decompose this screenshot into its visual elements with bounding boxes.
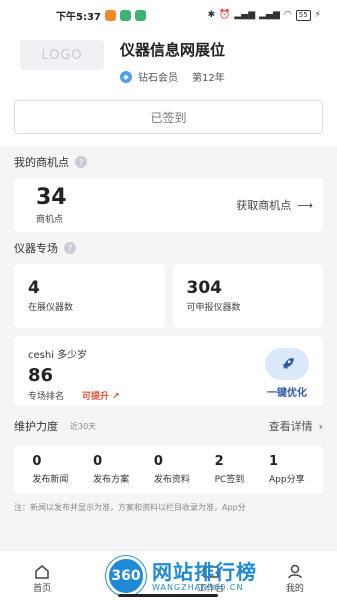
stat-news: 0 发布新闻	[32, 454, 68, 494]
tab-profile[interactable]: 我的	[270, 563, 320, 594]
stat-pc-signin: 2 PC签到	[215, 454, 245, 494]
business-card: 34 商机点 获取商机点 ⟶	[14, 178, 323, 232]
member-years: 第12年	[192, 73, 225, 84]
diamond-member-icon: ◆	[120, 70, 132, 83]
signal-icon: ▂▄▆	[234, 10, 256, 20]
view-details-link[interactable]: 查看详情 ›	[269, 418, 323, 434]
workbench-icon	[202, 563, 220, 579]
ranking-value: 86	[28, 365, 54, 386]
maintenance-note: 注：新闻以发布并显示为准，方案和资料以栏目收录为准，App分	[14, 503, 246, 512]
tab-label: 工作台	[197, 584, 225, 594]
rocket-icon	[265, 348, 309, 380]
tab-label: 首页	[33, 584, 52, 594]
stat-materials: 0 发布资料	[154, 454, 190, 494]
notification-app-icon	[104, 9, 116, 21]
business-count-block: 34 商机点	[36, 184, 67, 225]
on-display-card[interactable]: 4 在展仪器数	[14, 264, 165, 328]
optimize-label: 一键优化	[267, 388, 307, 399]
stat-value: 1	[269, 454, 279, 469]
member-meta: ◆ 钻石会员 第12年	[120, 69, 225, 84]
ranking-label: 专场排名	[28, 392, 65, 402]
status-right: ✱ ⏰ ▂▄▆ ▂▄▆ ◠ 55 ⚡	[207, 9, 321, 21]
stat-value: 0	[153, 454, 163, 469]
maintenance-stats: 0 发布新闻 0 发布方案 0 发布资料 2 PC签到 1 App分享	[14, 446, 323, 494]
stat-label: PC签到	[214, 475, 245, 485]
help-icon[interactable]: ?	[64, 242, 76, 254]
profile-info: 仪器信息网展位 ◆ 钻石会员 第12年	[120, 40, 225, 84]
ranking-info: ceshi 多少岁 86 专场排名 可提升 ↗	[28, 346, 120, 406]
applicable-count: 304	[186, 278, 223, 298]
home-indicator[interactable]	[118, 594, 218, 597]
wifi-icon: ◠	[283, 10, 292, 20]
help-icon[interactable]: ?	[75, 156, 87, 168]
stat-solutions: 0 发布方案	[93, 454, 129, 494]
signin-button[interactable]: 已签到	[14, 100, 323, 134]
instrument-section-title: 仪器专场	[14, 242, 58, 255]
on-display-count: 4	[28, 278, 40, 298]
stat-label: 发布新闻	[32, 475, 69, 485]
ranking-name: ceshi 多少岁	[28, 350, 88, 361]
stat-value: 0	[93, 454, 103, 469]
improvable-badge[interactable]: 可提升 ↗	[82, 389, 120, 402]
tab-label: 我的	[285, 584, 304, 594]
business-section-title: 我的商机点	[14, 156, 69, 169]
improvable-label: 可提升	[82, 392, 110, 402]
tab-home[interactable]: 首页	[17, 563, 67, 594]
stat-app-share: 1 App分享	[269, 454, 305, 494]
status-bar: 下午5:37 ✱ ⏰ ▂▄▆ ▂▄▆ ◠ 55 ⚡	[0, 0, 337, 30]
business-count-label: 商机点	[36, 214, 64, 225]
applicable-card[interactable]: 304 可申报仪器数	[172, 264, 323, 328]
ranking-card: ceshi 多少岁 86 专场排名 可提升 ↗ 一键优化	[14, 336, 323, 406]
bluetooth-icon: ✱	[207, 10, 216, 20]
stat-label: App分享	[269, 475, 305, 485]
chevron-right-icon: ›	[318, 419, 323, 433]
stat-label: 发布方案	[93, 475, 130, 485]
instrument-stats: 4 在展仪器数 304 可申报仪器数	[14, 264, 323, 328]
profile-icon	[286, 563, 304, 579]
stat-label: 发布资料	[153, 475, 190, 485]
stat-value: 0	[32, 454, 42, 469]
stat-value: 2	[214, 454, 224, 469]
maintenance-title-group: 维护力度 近30天	[14, 418, 96, 434]
maintenance-period: 近30天	[70, 421, 97, 431]
bottom-tab-bar: 首页 消息 工作台 我的	[0, 550, 337, 600]
maintenance-header: 维护力度 近30天 查看详情 ›	[0, 406, 337, 446]
battery-icon: 55	[295, 9, 311, 21]
tab-workbench[interactable]: 工作台	[186, 563, 236, 594]
business-section-header: 我的商机点 ?	[0, 146, 337, 178]
status-time: 下午5:37	[56, 11, 101, 23]
alarm-icon: ⏰	[219, 10, 231, 20]
applicable-label: 可申报仪器数	[186, 303, 241, 313]
status-left: 下午5:37	[56, 8, 146, 23]
charging-icon: ⚡	[314, 10, 321, 20]
get-business-points-link[interactable]: 获取商机点 ⟶	[236, 197, 313, 213]
view-details-label: 查看详情	[268, 420, 313, 433]
maintenance-title: 维护力度	[14, 420, 58, 433]
home-icon	[33, 563, 51, 579]
ranking-row: 专场排名 可提升 ↗	[28, 389, 120, 402]
notification-app-icon	[134, 9, 146, 21]
signal-icon: ▂▄▆	[259, 10, 280, 20]
member-level: 钻石会员	[138, 73, 178, 84]
arrow-right-icon: ⟶	[297, 198, 313, 212]
message-icon	[117, 563, 135, 579]
company-logo: LOGO	[20, 40, 104, 70]
instrument-section-header: 仪器专场 ?	[0, 232, 337, 264]
one-click-optimize-button[interactable]: 一键优化	[265, 348, 309, 406]
profile-header: LOGO 仪器信息网展位 ◆ 钻石会员 第12年	[0, 30, 337, 92]
tab-label: 消息	[117, 584, 136, 594]
trend-up-icon: ↗	[112, 392, 120, 402]
business-count: 34	[36, 184, 67, 210]
notification-app-icon	[119, 9, 131, 21]
tab-messages[interactable]: 消息	[101, 563, 151, 594]
page-title: 仪器信息网展位	[120, 41, 226, 59]
on-display-label: 在展仪器数	[28, 303, 74, 313]
get-business-points-label: 获取商机点	[236, 199, 292, 212]
signin-section: 已签到	[0, 92, 337, 146]
